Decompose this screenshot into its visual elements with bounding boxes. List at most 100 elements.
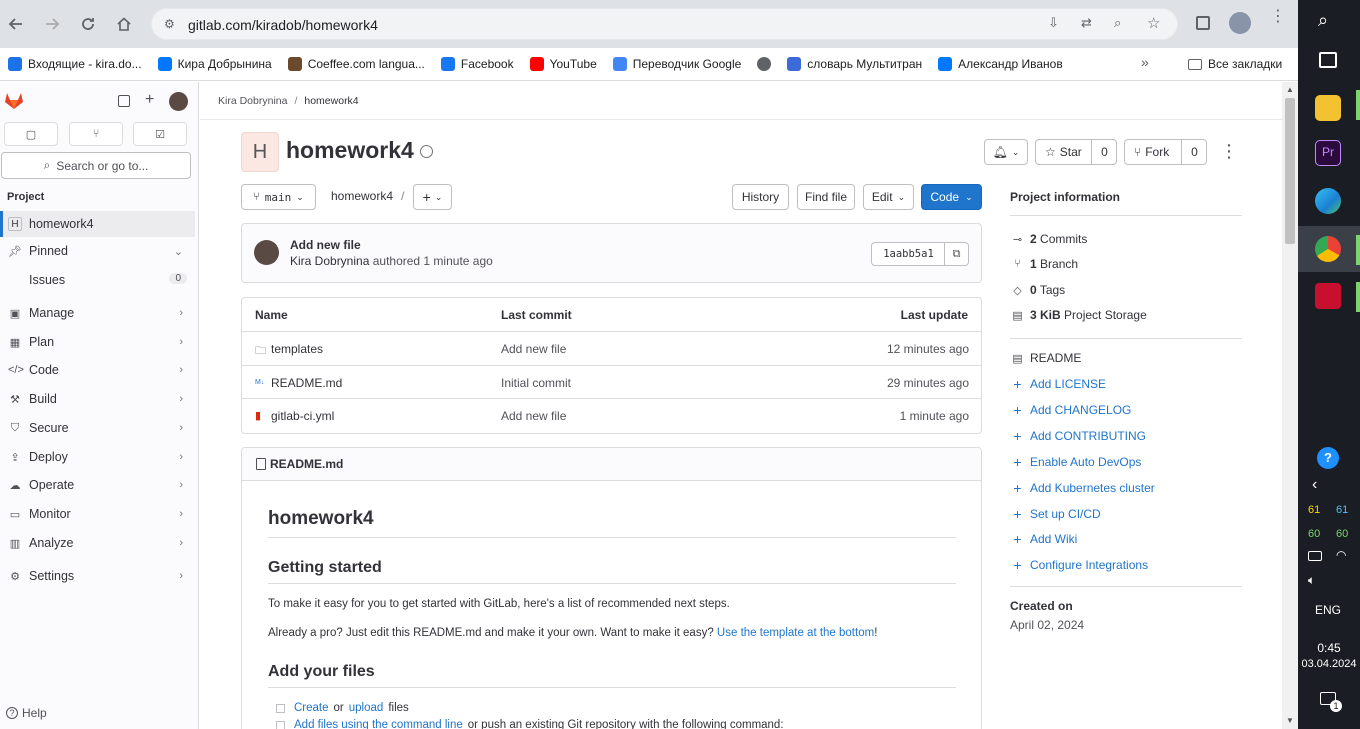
wifi-icon[interactable]: ◠ — [1336, 548, 1346, 562]
create-link[interactable]: Create — [294, 702, 329, 714]
file-name-link[interactable]: templates — [271, 342, 323, 356]
readme-link[interactable]: ▤ README — [1012, 351, 1081, 365]
file-commit-link[interactable]: Add new file — [501, 409, 566, 423]
back-icon[interactable] — [0, 8, 32, 40]
project-action-link[interactable]: + Enable Auto DevOps — [1012, 454, 1141, 470]
project-action-link[interactable]: + Configure Integrations — [1012, 557, 1148, 573]
premiere-pro-icon[interactable]: Pr — [1315, 140, 1341, 166]
bookmark-item[interactable]: Александр Иванов — [938, 57, 1063, 71]
history-button[interactable]: History — [732, 184, 789, 210]
help-icon[interactable]: ? — [1317, 447, 1339, 469]
install-app-icon[interactable]: ⇩ — [1048, 15, 1059, 31]
bookmark-item[interactable]: словарь Мультитран — [787, 57, 922, 71]
table-row[interactable]: ▮ gitlab-ci.yml Add new file 1 minute ago — [242, 398, 981, 432]
sidebar-item-code[interactable]: </> Code › — [0, 357, 195, 383]
scroll-up-icon[interactable]: ▲ — [1286, 85, 1294, 94]
search-input[interactable]: ⌕ Search or go to... — [1, 152, 191, 179]
project-action-link[interactable]: + Add CONTRIBUTING — [1012, 428, 1146, 444]
browser-menu-icon[interactable]: ⋮ — [1270, 9, 1286, 25]
sidebar-item-operate[interactable]: ☁ Operate › — [0, 472, 195, 498]
volume-icon[interactable]: 🔈︎ — [1308, 573, 1315, 588]
search-icon[interactable]: ⌕ — [1318, 10, 1328, 31]
edge-icon[interactable] — [1315, 188, 1341, 214]
path-root-link[interactable]: homework4 — [331, 189, 393, 203]
sidebar-item-manage[interactable]: ▣ Manage › — [0, 300, 195, 326]
bookmark-star-icon[interactable]: ☆ — [1147, 14, 1160, 32]
star-button[interactable]: ☆ Star 0 — [1035, 139, 1117, 165]
bookmark-item[interactable]: Facebook — [440, 57, 514, 71]
gitlab-logo-icon[interactable] — [4, 91, 24, 113]
bookmark-item[interactable]: Coeffee.com langua... — [287, 57, 425, 71]
sidebar-item-secure[interactable]: ⛉ Secure › — [0, 415, 195, 441]
sidebar-item-settings[interactable]: ⚙ Settings › — [0, 563, 195, 589]
file-commit-link[interactable]: Add new file — [501, 342, 566, 356]
table-row[interactable]: M↓ README.md Initial commit 29 minutes ago — [242, 365, 981, 399]
branch-selector[interactable]: ⑂ main ⌄ — [241, 184, 316, 210]
file-name-link[interactable]: gitlab-ci.yml — [271, 409, 334, 423]
translate-icon[interactable]: ⇄ — [1081, 15, 1092, 31]
all-bookmarks[interactable]: Все закладки — [1188, 57, 1282, 71]
find-file-button[interactable]: Find file — [797, 184, 855, 210]
clock-time[interactable]: 0:45 — [1298, 641, 1360, 655]
project-stat[interactable]: ◇ 0 Tags — [1012, 283, 1065, 297]
command-line-link[interactable]: Add files using the command line — [294, 719, 463, 729]
author-avatar[interactable] — [254, 240, 279, 265]
commit-title[interactable]: Add new file — [290, 238, 361, 252]
fork-button[interactable]: ⑂ Fork 0 — [1124, 139, 1207, 165]
readme-filename[interactable]: README.md — [256, 457, 343, 471]
sidebar-item-pinned[interactable]: 📌︎ Pinned ⌄ — [0, 238, 195, 264]
project-action-link[interactable]: + Set up CI/CD — [1012, 506, 1100, 522]
bookmark-item[interactable]: Входящие - kira.do... — [8, 57, 142, 71]
scroll-down-icon[interactable]: ▼ — [1286, 716, 1294, 725]
clock-date[interactable]: 03.04.2024 — [1298, 658, 1360, 670]
reload-icon[interactable] — [72, 8, 104, 40]
todo-tile-icon[interactable]: ☑ — [133, 122, 187, 146]
sidebar-item-monitor[interactable]: ▭ Monitor › — [0, 501, 195, 527]
issues-tile-icon[interactable]: ▢ — [4, 122, 58, 146]
project-action-link[interactable]: + Add Wiki — [1012, 531, 1077, 547]
chrome-icon[interactable] — [1315, 236, 1341, 262]
notification-settings-button[interactable]: 🔔︎ ⌄ — [984, 139, 1028, 165]
code-button[interactable]: Code ⌄ — [921, 184, 982, 210]
task-view-icon[interactable] — [1319, 52, 1337, 68]
commit-sha[interactable]: 1aabb5a1 — [871, 242, 946, 266]
bookmark-item[interactable]: Переводчик Google — [612, 57, 741, 71]
sidebar-item-plan[interactable]: ▦ Plan › — [0, 329, 195, 355]
bookmark-item[interactable] — [757, 57, 772, 71]
collapse-sidebar-icon[interactable] — [118, 95, 130, 107]
file-name-link[interactable]: README.md — [271, 376, 342, 390]
file-commit-link[interactable]: Initial commit — [501, 376, 571, 390]
more-bookmarks-icon[interactable]: » — [1141, 54, 1149, 70]
checkbox[interactable] — [276, 720, 285, 729]
project-action-link[interactable]: + Add Kubernetes cluster — [1012, 480, 1154, 496]
sidebar-item-build[interactable]: ⚒ Build › — [0, 386, 195, 412]
project-stat[interactable]: ⑂ 1 Branch — [1012, 257, 1078, 271]
file-explorer-icon[interactable] — [1315, 95, 1341, 121]
table-row[interactable]: 🗀︎ templates Add new file 12 minutes ago — [242, 331, 981, 365]
bookmark-item[interactable]: YouTube — [529, 57, 597, 71]
help-link[interactable]: ? Help — [6, 706, 47, 720]
commit-author[interactable]: Kira Dobrynina — [290, 254, 369, 268]
more-actions-icon[interactable]: ⋮ — [1220, 140, 1238, 162]
chevron-left-icon[interactable]: ‹ — [1312, 476, 1317, 494]
edit-button[interactable]: Edit ⌄ — [863, 184, 914, 210]
profile-avatar[interactable] — [1229, 12, 1251, 34]
sidebar-item-project[interactable]: H homework4 — [0, 211, 195, 237]
project-action-link[interactable]: + Add CHANGELOG — [1012, 402, 1131, 418]
sidebar-item-deploy[interactable]: ⇪ Deploy › — [0, 444, 195, 470]
side-panel-icon[interactable] — [1196, 16, 1210, 30]
project-action-link[interactable]: + Add LICENSE — [1012, 376, 1106, 392]
checkbox[interactable] — [276, 703, 285, 713]
breadcrumb-project[interactable]: homework4 — [304, 95, 358, 107]
sidebar-item-analyze[interactable]: ▥ Analyze › — [0, 530, 195, 556]
language-indicator[interactable]: ENG — [1315, 603, 1341, 617]
merge-requests-tile-icon[interactable]: ⑂ — [69, 122, 123, 146]
add-to-tree-button[interactable]: + ⌄ — [413, 184, 452, 210]
cinema-app-icon[interactable] — [1315, 283, 1341, 309]
template-link[interactable]: Use the template at the bottom — [717, 627, 874, 639]
user-avatar[interactable] — [169, 92, 188, 111]
copy-sha-icon[interactable]: ⧉ — [944, 242, 969, 266]
breadcrumb-user[interactable]: Kira Dobrynina — [218, 95, 287, 107]
zoom-icon[interactable]: ⌕ — [1114, 15, 1121, 31]
battery-icon[interactable] — [1308, 551, 1322, 561]
